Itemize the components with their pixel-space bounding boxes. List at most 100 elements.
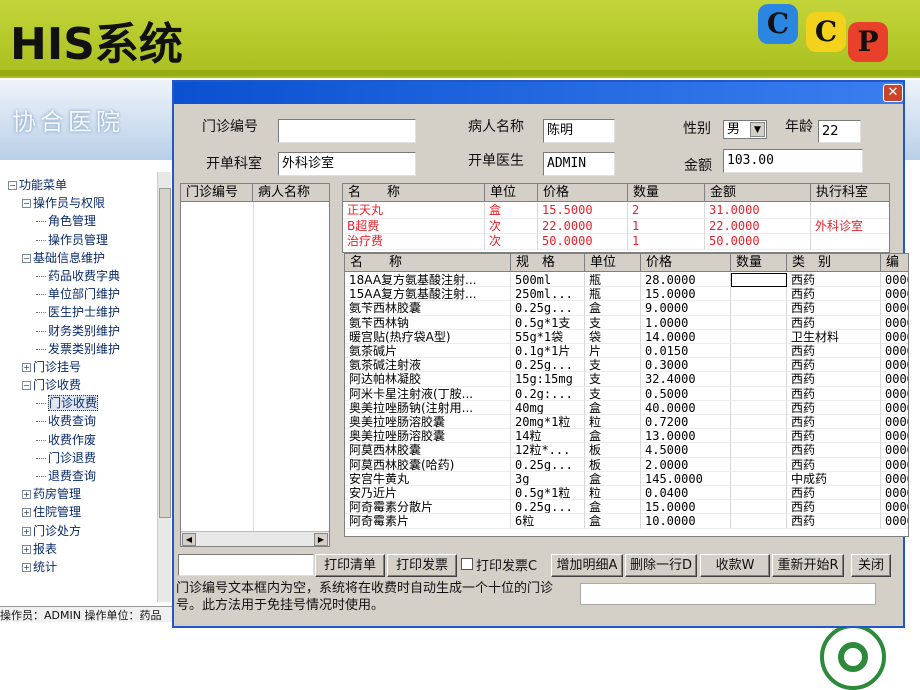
col-header-outpatient-no[interactable]: 门诊编号 [181,184,253,202]
drug-cell[interactable]: 10.0000 [641,514,731,529]
dept-input[interactable]: 外科诊室 [278,152,416,176]
drug-cell[interactable]: 盒 [585,400,641,415]
close-icon[interactable]: ✕ [883,84,903,102]
tree-node-label[interactable]: 发票类别维护 [48,342,120,356]
tree-node[interactable]: 药品收费字典 [8,267,158,285]
delete-row-button[interactable]: 删除一行D [625,554,697,577]
bill-col-header[interactable]: 单位 [485,184,538,202]
tree-node[interactable]: 退费查询 [8,467,158,485]
drug-cell[interactable]: 00000 [881,330,908,344]
bill-col-header[interactable]: 价格 [538,184,628,202]
tree-node-label[interactable]: 药房管理 [33,487,81,501]
bill-cell[interactable]: 治疗费 [343,234,485,250]
drug-cell[interactable]: 40.0000 [641,400,731,415]
tree-node-label[interactable]: 财务类别维护 [48,324,120,338]
tree-node-label[interactable]: 门诊收费 [33,378,81,392]
drug-col-header[interactable]: 类 别 [787,254,881,272]
drug-cell[interactable]: 4.5000 [641,443,731,458]
scroll-left-icon[interactable]: ◀ [182,533,196,546]
bill-cell[interactable]: B超费 [343,218,485,234]
tree-node-label[interactable]: 门诊收费 [48,395,99,412]
drug-cell[interactable]: 00001 [881,458,908,472]
bill-items-grid[interactable]: 名 称单位 价格 数量 金额 执行科室 正天丸盒 15.5000 2 31.0000 B超费次 22… [342,183,890,253]
tree-node-label[interactable]: 功能菜单 [19,178,67,192]
drug-cell[interactable] [731,500,787,515]
drug-cell[interactable]: 1.0000 [641,315,731,330]
drug-cell[interactable]: 00001 [881,429,908,444]
barcode-input[interactable] [178,554,314,576]
collapse-icon[interactable]: − [22,199,31,209]
drug-cell[interactable]: 18AA复方氨基酸注射... [345,273,511,288]
expand-icon[interactable]: + [22,544,31,554]
drug-cell[interactable]: 0.0150 [641,344,731,359]
drug-cell[interactable]: 55g*1袋 [511,329,585,344]
drug-cell[interactable]: 9.0000 [641,301,731,316]
drug-cell[interactable]: 15AA复方氨基酸注射... [345,287,511,302]
drug-cell[interactable]: 支 [585,315,641,330]
bill-cell[interactable]: 50.0000 [705,234,811,250]
drug-cell[interactable]: 00000 [881,344,908,359]
drug-cell[interactable]: 0.3000 [641,358,731,373]
drug-cell[interactable]: 00000 [881,401,908,415]
drug-cell[interactable]: 氨苄西林胶囊 [345,301,511,316]
drug-cell[interactable]: 00001 [881,514,908,529]
bill-cell[interactable]: 次 [485,218,538,234]
outpatient-no-input[interactable] [278,119,416,143]
drug-cell[interactable]: 粒 [585,486,641,501]
tree-node[interactable]: 操作员管理 [8,231,158,249]
drug-cell[interactable] [731,429,787,444]
tree-node-label[interactable]: 操作员管理 [48,233,108,247]
patient-grid-hscroll[interactable]: ◀ ▶ [181,531,329,546]
drug-cell[interactable] [731,471,787,486]
chevron-down-icon[interactable]: ▼ [750,122,765,137]
drug-cell[interactable]: 奥美拉唑肠溶胶囊 [345,415,511,430]
bill-cell[interactable]: 次 [485,234,538,250]
drug-cell[interactable]: 盒 [585,301,641,316]
drug-cell[interactable]: 00001 [881,486,908,501]
drug-cell[interactable] [731,415,787,430]
tree-node-label[interactable]: 门诊挂号 [33,360,81,374]
drug-cell[interactable]: 0.2g:... [511,386,585,401]
expand-icon[interactable]: + [22,508,31,518]
drug-cell[interactable] [731,315,787,330]
drug-cell[interactable]: 13.0000 [641,429,731,444]
tree-node[interactable]: − 功能菜单 [8,176,158,194]
drug-cell[interactable] [731,287,787,302]
drug-cell[interactable]: 氨苄西林钠 [345,315,511,330]
drug-cell[interactable]: 阿奇霉素分散片 [345,500,511,515]
drug-cell[interactable]: 0.25g... [511,500,585,515]
drug-cell[interactable]: 西药 [787,386,881,401]
drug-cell[interactable]: 00001 [881,415,908,430]
drug-cell[interactable] [731,400,787,415]
drug-cell[interactable]: 0.25g... [511,358,585,373]
drug-cell[interactable] [731,514,787,529]
drug-cell[interactable]: 氨茶碱片 [345,344,511,359]
drug-cell[interactable]: 安乃近片 [345,486,511,501]
bill-cell[interactable]: 1 [628,234,705,250]
tree-vertical-scrollbar[interactable] [157,172,171,602]
drug-cell[interactable]: 0.5g*1粒 [511,486,585,501]
drug-cell[interactable]: 00000 [881,387,908,401]
collapse-icon[interactable]: − [22,381,31,391]
collapse-icon[interactable]: − [22,253,31,263]
close-button[interactable]: 关闭 [851,554,891,577]
drug-cell[interactable]: 阿莫西林胶囊(哈药) [345,457,511,472]
drug-cell[interactable]: 阿达帕林凝胶 [345,372,511,387]
drug-cell[interactable]: 6粒 [511,514,585,529]
drug-cell[interactable]: 西药 [787,457,881,472]
tree-node-label[interactable]: 基础信息维护 [33,251,105,265]
tree-node[interactable]: − 操作员与权限 [8,194,158,212]
tree-node[interactable]: − 门诊收费 [8,376,158,394]
bill-cell[interactable]: 外科诊室 [811,219,889,234]
drug-cell[interactable]: 250ml... [511,287,585,302]
print-invoice-check-label[interactable]: 打印发票C [476,555,537,574]
drug-cell[interactable]: 西药 [787,315,881,330]
tree-node[interactable]: 财务类别维护 [8,322,158,340]
drug-cell[interactable]: 00000 [881,372,908,387]
age-input[interactable]: 22 [818,120,861,143]
tree-node-label[interactable]: 门诊退费 [48,451,96,465]
drug-cell[interactable]: 0.25g... [511,457,585,472]
drug-cell[interactable]: 袋 [585,329,641,344]
bill-cell[interactable] [811,234,889,250]
drug-cell[interactable]: 盒 [585,471,641,486]
